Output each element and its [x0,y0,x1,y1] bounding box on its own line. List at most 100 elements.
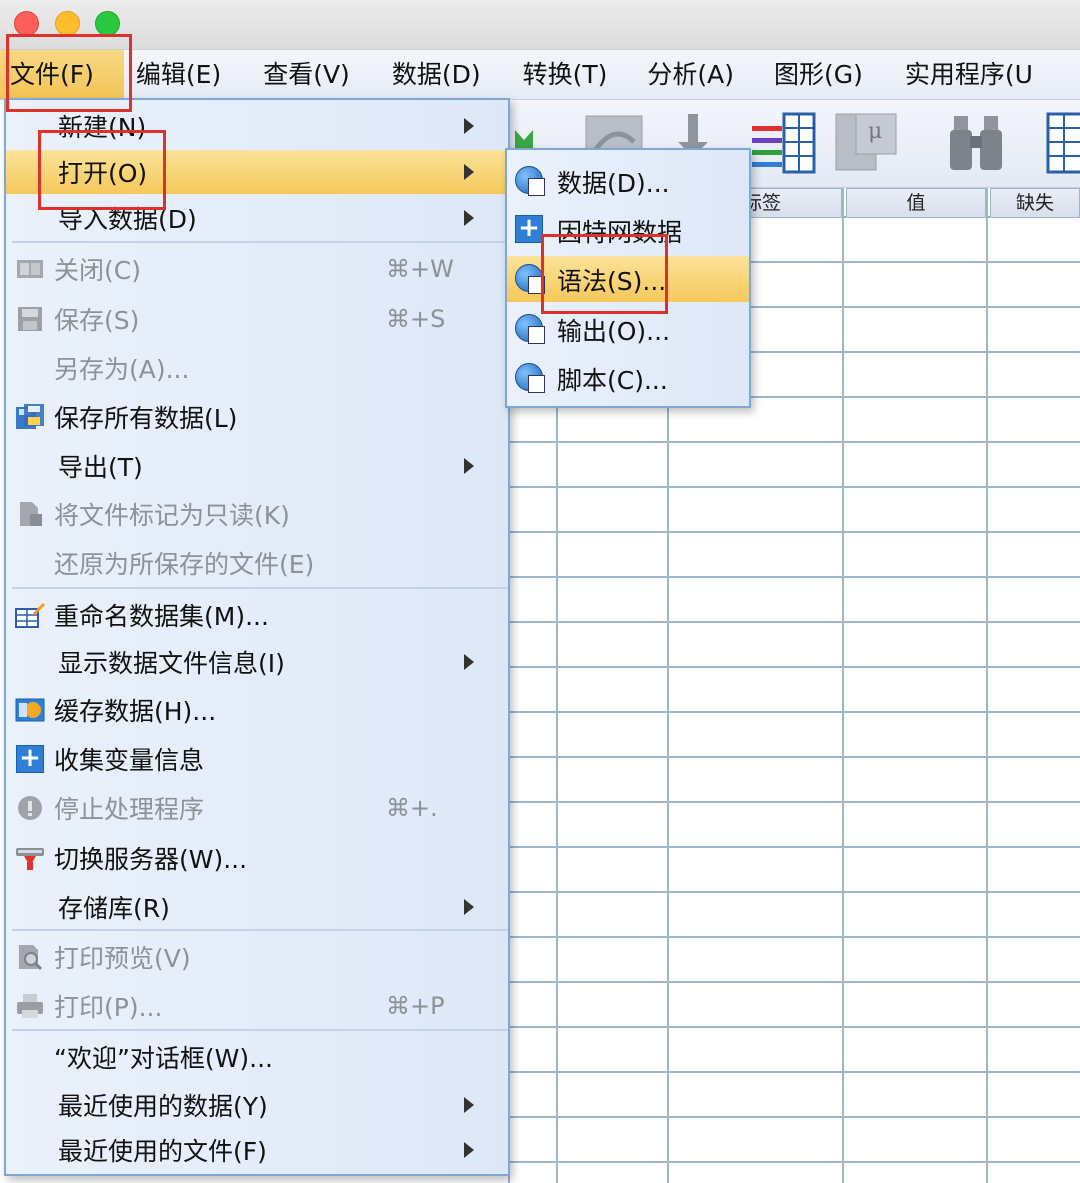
menu-item-repository[interactable]: 存储库(R) [6,885,508,929]
menu-item-label: “欢迎”对话框(W)... [54,1044,273,1073]
menu-item-recently-used-data[interactable]: 最近使用的数据(Y) [6,1083,508,1127]
menu-item-label: 最近使用的文件(F) [58,1137,267,1166]
menu-edit[interactable]: 编辑(E) [124,50,233,99]
menu-item-label: 显示数据文件信息(I) [58,649,285,678]
menu-item-print[interactable]: 打印(P)... ⌘+P [6,984,508,1028]
submenu-item-label: 因特网数据 [557,218,683,247]
menu-separator [12,587,508,589]
data-grid-icon[interactable] [1046,112,1080,174]
find-icon[interactable] [948,112,1004,172]
submenu-item-label: 输出(O)... [557,317,671,346]
plus-icon: + [515,215,545,245]
menu-item-save-all-data[interactable]: 保存所有数据(L) [6,395,508,439]
menu-analyze[interactable]: 分析(A) [619,50,746,99]
open-output-icon [515,314,545,344]
menu-item-revert-to-saved[interactable]: 还原为所保存的文件(E) [6,541,508,585]
menu-item-label: 重命名数据集(M)... [54,602,269,631]
menu-item-label: 收集变量信息 [54,746,205,775]
menu-item-welcome-dialog[interactable]: “欢迎”对话框(W)... [6,1035,508,1079]
submenu-arrow-icon [464,654,474,670]
window-titlebar [0,0,1080,50]
menu-item-export[interactable]: 导出(T) [6,444,508,488]
submenu-arrow-icon [464,1142,474,1158]
menu-item-label: 新建(N) [58,113,147,142]
menu-item-label: 存储库(R) [58,894,170,923]
menu-item-new[interactable]: 新建(N) [6,104,508,148]
submenu-item-internet-data[interactable]: + 因特网数据 [507,207,749,253]
stop-icon [14,793,46,823]
menu-item-label: 将文件标记为只读(K) [54,501,290,530]
menu-item-label: 关闭(C) [54,256,141,285]
menu-item-label: 保存所有数据(L) [54,404,238,433]
read-only-file-icon [14,499,46,529]
menu-item-open[interactable]: 打开(O) [6,150,508,194]
rename-dataset-icon [14,600,46,630]
cache-data-icon [14,695,46,725]
menu-item-rename-dataset[interactable]: 重命名数据集(M)... [6,593,508,637]
minimize-window-button[interactable] [55,11,80,36]
menu-item-label: 还原为所保存的文件(E) [54,550,315,579]
menu-separator [12,241,508,243]
menu-graphs[interactable]: 图形(G) [746,50,875,99]
close-window-button[interactable] [14,11,39,36]
menu-item-collect-variable-info[interactable]: + 收集变量信息 [6,737,508,781]
menu-data[interactable]: 数据(D) [362,50,493,99]
submenu-arrow-icon [464,1097,474,1113]
menu-file[interactable]: 文件(F) [0,50,124,99]
menu-item-label: 导入数据(D) [58,205,197,234]
menu-item-label: 导出(T) [58,453,143,482]
open-syntax-icon [515,264,545,294]
switch-server-icon [14,843,46,873]
menu-item-save-as[interactable]: 另存为(A)... [6,346,508,390]
column-header-values[interactable]: 值 [846,188,986,218]
menu-item-label: 最近使用的数据(Y) [58,1092,268,1121]
submenu-item-script[interactable]: 脚本(C)... [507,355,749,401]
submenu-arrow-icon [464,458,474,474]
menu-item-label: 缓存数据(H)... [54,697,217,726]
submenu-arrow-icon [464,210,474,226]
menu-item-label: 打开(O) [58,159,148,188]
menu-item-save[interactable]: 保存(S) ⌘+S [6,297,508,341]
menu-item-close[interactable]: 关闭(C) ⌘+W [6,247,508,291]
menu-item-mark-read-only[interactable]: 将文件标记为只读(K) [6,492,508,536]
file-menu-dropdown: 新建(N) 打开(O) 导入数据(D) 关闭(C) ⌘+W 保存(S) ⌘+S … [4,98,510,1176]
print-preview-icon [14,942,46,972]
menu-item-label: 打印(P)... [54,993,163,1022]
menu-separator [12,1029,508,1031]
open-script-icon [515,363,545,393]
variables-icon[interactable] [750,112,816,174]
plus-icon: + [14,744,46,774]
menu-view[interactable]: 查看(V) [233,50,362,99]
printer-icon [14,991,46,1021]
grid-column-line [986,188,988,1183]
submenu-arrow-icon [464,899,474,915]
shortcut-label: ⌘+W [386,255,454,283]
menu-item-stop-processor[interactable]: 停止处理程序 ⌘+. [6,786,508,830]
submenu-item-label: 语法(S)... [557,267,667,296]
shortcut-label: ⌘+S [386,305,446,333]
column-header-missing[interactable]: 缺失 [990,188,1080,218]
save-all-icon [14,402,46,432]
menu-item-switch-server[interactable]: 切换服务器(W)... [6,836,508,880]
zoom-window-button[interactable] [95,11,120,36]
submenu-item-output[interactable]: 输出(O)... [507,306,749,352]
menu-utilities[interactable]: 实用程序(U [875,50,1045,99]
menu-transform[interactable]: 转换(T) [493,50,620,99]
menu-separator [12,929,508,931]
submenu-item-label: 数据(D)... [557,169,670,198]
menu-item-print-preview[interactable]: 打印预览(V) [6,935,508,979]
menu-item-cache-data[interactable]: 缓存数据(H)... [6,688,508,732]
run-descriptives-icon[interactable]: μ [834,112,900,172]
submenu-item-data[interactable]: 数据(D)... [507,158,749,204]
submenu-item-syntax[interactable]: 语法(S)... [507,256,749,302]
svg-text:μ: μ [868,119,882,144]
open-submenu: 数据(D)... + 因特网数据 语法(S)... 输出(O)... 脚本(C)… [505,148,751,408]
menu-item-recently-used-files[interactable]: 最近使用的文件(F) [6,1128,508,1172]
menu-item-import-data[interactable]: 导入数据(D) [6,196,508,240]
submenu-arrow-icon [464,164,474,180]
save-icon [14,304,46,334]
menu-item-display-data-file-info[interactable]: 显示数据文件信息(I) [6,640,508,684]
open-data-icon [515,166,545,196]
grid-column-line [842,188,844,1183]
menu-item-label: 保存(S) [54,306,140,335]
